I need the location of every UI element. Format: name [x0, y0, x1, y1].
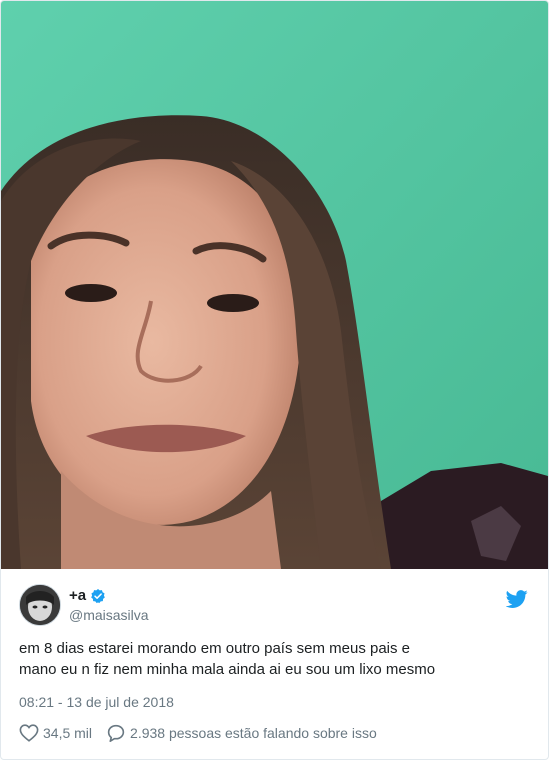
tweet-text-line: mano eu n fiz nem minha mala ainda ai eu… — [19, 661, 436, 678]
embedded-tweet-card: +a @maisasilva em 8 dias estarei morando… — [0, 0, 549, 760]
tweet-timestamp[interactable]: 08:21 - 13 de jul de 2018 — [19, 694, 174, 710]
tweet-text: em 8 dias estarei morando em outro país … — [19, 638, 529, 680]
reply-button[interactable]: 2.938 pessoas estão falando sobre isso — [106, 724, 377, 742]
tweet-header: +a @maisasilva — [19, 584, 530, 628]
tweet-actions: 34,5 mil 2.938 pessoas estão falando sob… — [19, 724, 391, 742]
heart-icon — [19, 724, 39, 742]
user-handle[interactable]: @maisasilva — [69, 607, 149, 623]
reply-count: 2.938 pessoas estão falando sobre isso — [130, 725, 377, 741]
tweet-photo[interactable] — [1, 1, 548, 569]
tweet-text-line: em 8 dias estarei morando em outro país … — [19, 640, 411, 657]
twitter-bird-icon[interactable] — [506, 588, 528, 610]
like-button[interactable]: 34,5 mil — [19, 724, 92, 742]
like-count: 34,5 mil — [43, 725, 93, 741]
name-row: +a — [69, 587, 106, 605]
display-name[interactable]: +a — [69, 587, 86, 605]
avatar[interactable] — [19, 584, 61, 626]
verified-badge-icon — [91, 589, 105, 604]
speech-bubble-icon — [107, 724, 125, 742]
